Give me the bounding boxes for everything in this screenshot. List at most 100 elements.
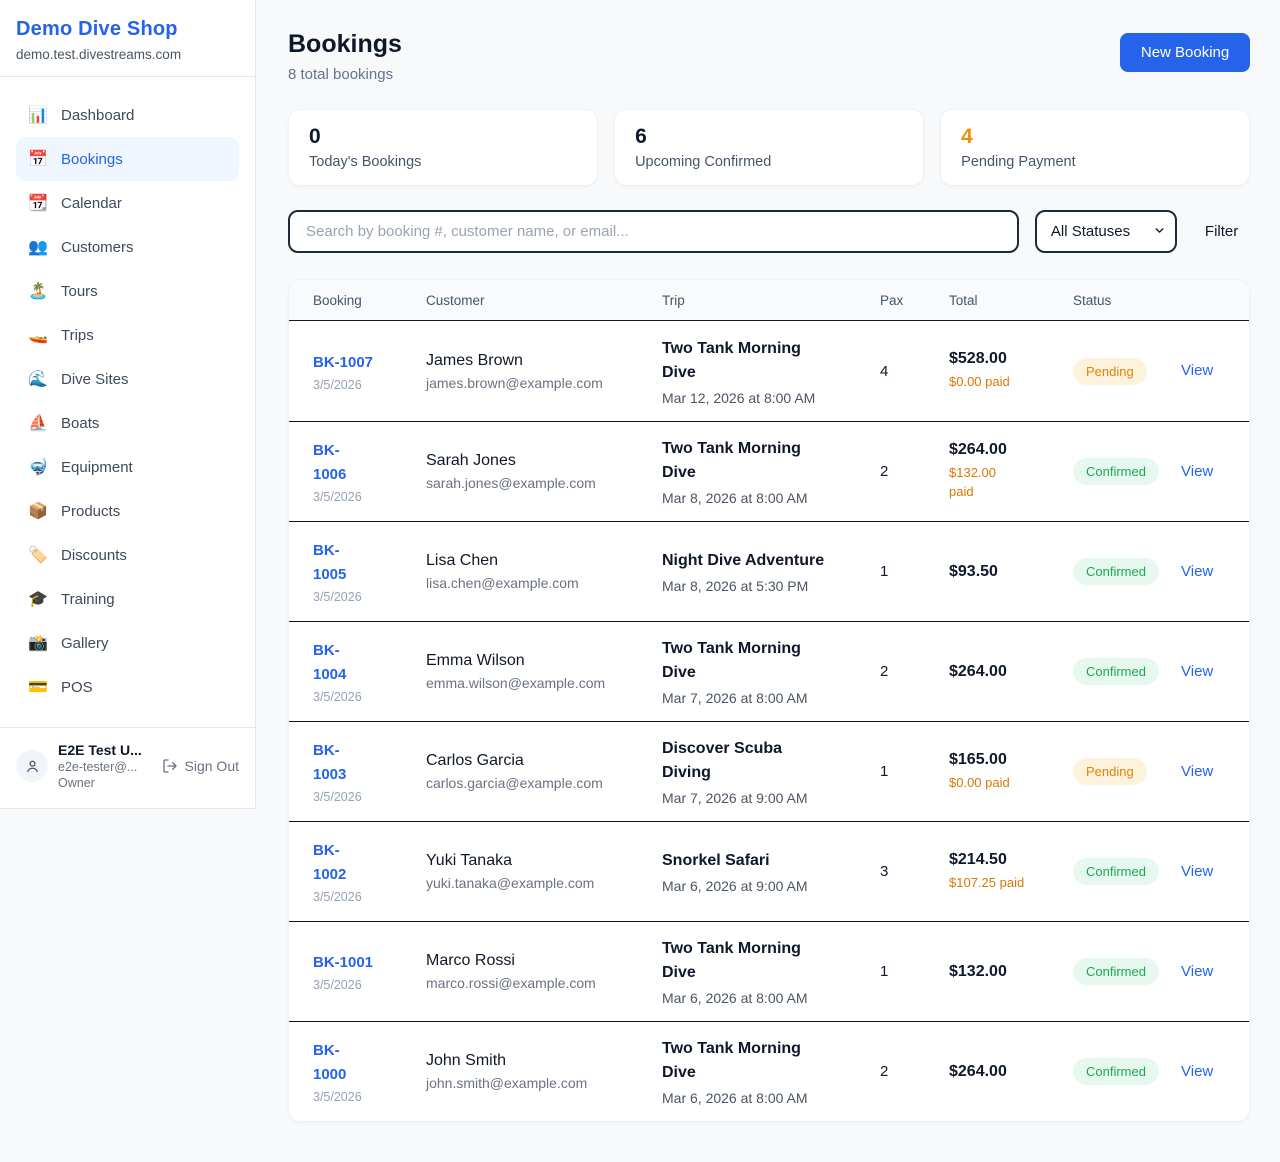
sidebar-nav-item[interactable]: 🚤 Trips (16, 313, 239, 357)
new-booking-button[interactable]: New Booking (1120, 33, 1250, 72)
view-booking-link[interactable]: View (1181, 763, 1213, 780)
customer-name: James Brown (426, 352, 650, 370)
view-booking-link[interactable]: View (1181, 663, 1213, 680)
person-icon (24, 758, 41, 775)
booking-id-link[interactable]: BK- 1006 (313, 439, 346, 487)
pax-count: 2 (880, 1063, 949, 1080)
nav-item-icon: 📸 (28, 633, 48, 653)
user-avatar (16, 750, 48, 782)
stat-label: Pending Payment (961, 154, 1229, 170)
nav-item-label: Discounts (61, 547, 127, 564)
nav-item-icon: 🤿 (28, 457, 48, 477)
trip-datetime: Mar 6, 2026 at 9:00 AM (662, 878, 868, 894)
nav-item-label: Boats (61, 415, 99, 432)
booking-id-link[interactable]: BK- 1000 (313, 1039, 346, 1087)
sidebar-nav-item[interactable]: 🎓 Training (16, 577, 239, 621)
booking-id-link[interactable]: BK- 1002 (313, 839, 346, 887)
view-booking-link[interactable]: View (1181, 362, 1213, 379)
booking-id-link[interactable]: BK- 1003 (313, 739, 346, 787)
filter-button[interactable]: Filter (1193, 215, 1250, 248)
trip-name: Two Tank Morning Dive (662, 337, 868, 385)
customer-email: sarah.jones@example.com (426, 475, 650, 491)
sign-out-label: Sign Out (185, 758, 239, 774)
sidebar-nav-item[interactable]: 🏝️ Tours (16, 269, 239, 313)
filter-row: All Statuses Filter (288, 210, 1250, 253)
stat-value: 4 (961, 125, 1229, 149)
nav-item-icon: 📦 (28, 501, 48, 521)
customer-name: Carlos Garcia (426, 752, 650, 770)
sidebar-user-footer: E2E Test U... e2e-tester@... Owner Sign … (0, 727, 255, 808)
booking-id-link[interactable]: BK- 1004 (313, 639, 346, 687)
nav-item-icon: 📊 (28, 105, 48, 125)
booking-id-link[interactable]: BK- 1005 (313, 539, 346, 587)
total-amount: $264.00 (949, 1063, 1061, 1081)
nav-item-label: Trips (61, 327, 94, 344)
trip-datetime: Mar 6, 2026 at 8:00 AM (662, 1090, 868, 1106)
table-row: BK- 1002 3/5/2026 Yuki Tanaka yuki.tanak… (289, 821, 1249, 921)
sidebar-nav-item[interactable]: 📅 Bookings (16, 137, 239, 181)
table-column-header: Total (949, 293, 1073, 308)
customer-name: Emma Wilson (426, 652, 650, 670)
sidebar-nav-item[interactable]: 🌊 Dive Sites (16, 357, 239, 401)
table-row: BK-1001 3/5/2026 Marco Rossi marco.rossi… (289, 921, 1249, 1021)
stat-value: 0 (309, 125, 577, 149)
booking-id-link[interactable]: BK-1001 (313, 951, 373, 975)
nav-item-label: Tours (61, 283, 98, 300)
page-title: Bookings (288, 30, 402, 59)
view-booking-link[interactable]: View (1181, 563, 1213, 580)
booking-id-link[interactable]: BK-1007 (313, 351, 373, 375)
customer-name: Lisa Chen (426, 552, 650, 570)
table-row: BK- 1004 3/5/2026 Emma Wilson emma.wilso… (289, 621, 1249, 721)
table-row: BK- 1005 3/5/2026 Lisa Chen lisa.chen@ex… (289, 521, 1249, 621)
pax-count: 2 (880, 663, 949, 680)
sidebar-nav-item[interactable]: 📸 Gallery (16, 621, 239, 665)
sidebar-nav-item[interactable]: 🤿 Equipment (16, 445, 239, 489)
total-amount: $132.00 (949, 963, 1061, 981)
sign-out-button[interactable]: Sign Out (162, 758, 239, 774)
view-booking-link[interactable]: View (1181, 1063, 1213, 1080)
nav-item-icon: 🌊 (28, 369, 48, 389)
sidebar-nav-item[interactable]: 👥 Customers (16, 225, 239, 269)
trip-name: Two Tank Morning Dive (662, 437, 868, 485)
status-filter-select[interactable]: All Statuses (1035, 210, 1177, 253)
nav-item-icon: 💳 (28, 677, 48, 697)
status-badge: Confirmed (1073, 958, 1159, 985)
sidebar-nav-item[interactable]: 🏷️ Discounts (16, 533, 239, 577)
customer-email: james.brown@example.com (426, 375, 650, 391)
status-badge: Confirmed (1073, 558, 1159, 585)
table-column-header: Booking (313, 293, 426, 308)
total-bookings-subtitle: 8 total bookings (288, 66, 402, 83)
total-amount: $528.00 (949, 350, 1061, 368)
table-column-header: Customer (426, 293, 662, 308)
sidebar-nav-item[interactable]: 📊 Dashboard (16, 93, 239, 137)
sidebar: Demo Dive Shop demo.test.divestreams.com… (0, 0, 256, 809)
pax-count: 4 (880, 363, 949, 380)
sidebar-nav-item[interactable]: 📆 Calendar (16, 181, 239, 225)
trip-datetime: Mar 7, 2026 at 9:00 AM (662, 790, 868, 806)
customer-name: Marco Rossi (426, 952, 650, 970)
table-row: BK-1007 3/5/2026 James Brown james.brown… (289, 321, 1249, 421)
trip-name: Discover Scuba Diving (662, 737, 868, 785)
bookings-table: Booking Customer Trip Pax Total Status B… (288, 279, 1250, 1122)
nav-item-label: Dashboard (61, 107, 134, 124)
user-info: E2E Test U... e2e-tester@... Owner (58, 742, 152, 790)
total-amount: $93.50 (949, 563, 1061, 581)
search-input[interactable] (288, 210, 1019, 253)
booking-created-date: 3/5/2026 (313, 490, 414, 504)
sidebar-nav-item[interactable]: ⛵ Boats (16, 401, 239, 445)
table-column-header: Pax (880, 293, 949, 308)
user-email: e2e-tester@... (58, 760, 152, 774)
view-booking-link[interactable]: View (1181, 963, 1213, 980)
sidebar-nav-item[interactable]: 📦 Products (16, 489, 239, 533)
trip-name: Two Tank Morning Dive (662, 937, 868, 985)
status-badge: Confirmed (1073, 1058, 1159, 1085)
nav-item-icon: 👥 (28, 237, 48, 257)
trip-name: Snorkel Safari (662, 849, 868, 873)
view-booking-link[interactable]: View (1181, 863, 1213, 880)
table-row: BK- 1006 3/5/2026 Sarah Jones sarah.jone… (289, 421, 1249, 521)
nav-item-label: Calendar (61, 195, 122, 212)
sidebar-nav-item[interactable]: 💳 POS (16, 665, 239, 709)
view-booking-link[interactable]: View (1181, 463, 1213, 480)
customer-email: carlos.garcia@example.com (426, 775, 650, 791)
paid-amount: $0.00 paid (949, 373, 1061, 392)
